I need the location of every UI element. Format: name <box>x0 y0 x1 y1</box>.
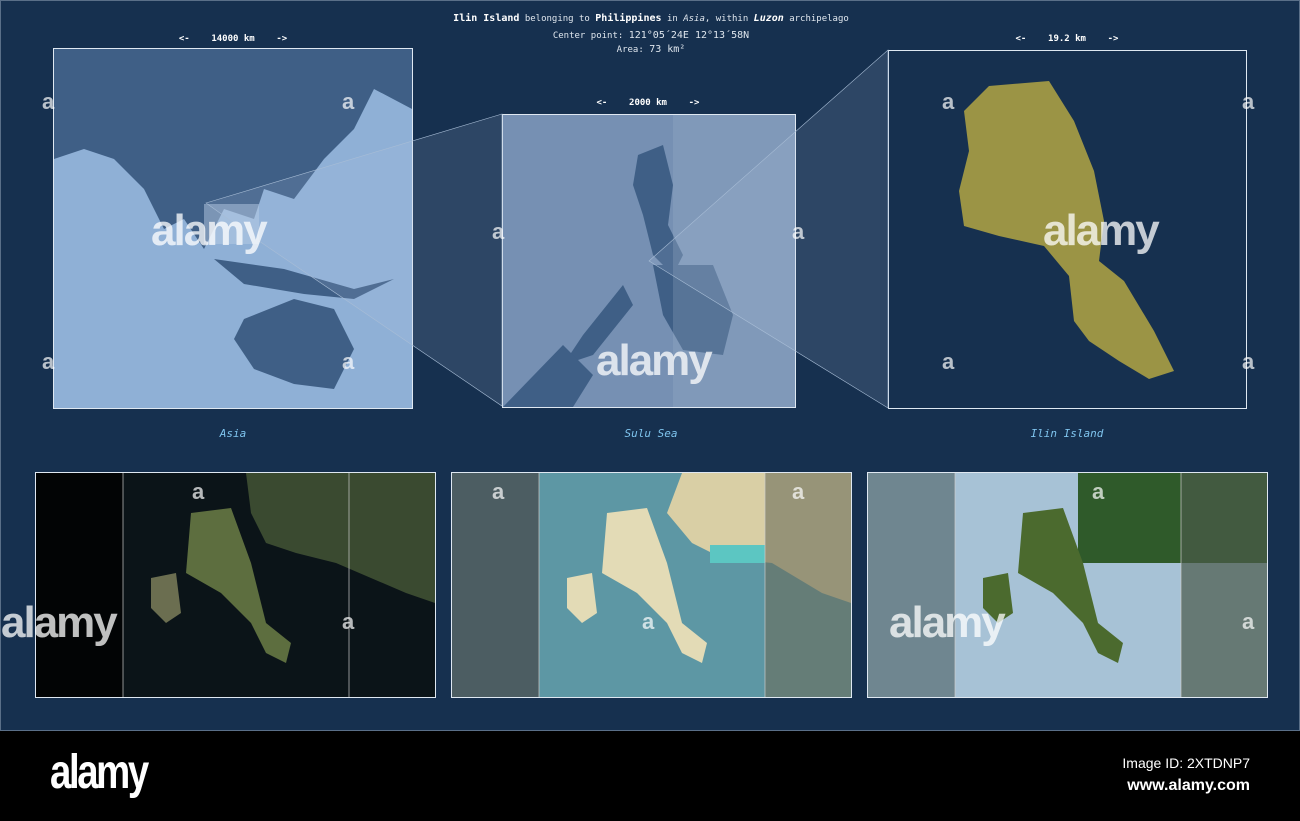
text: in <box>666 14 678 24</box>
watermark-small: a <box>1092 479 1105 504</box>
watermark: alamy <box>1 598 118 647</box>
watermark-small: a <box>642 609 655 634</box>
watermark-small: a <box>492 219 505 244</box>
watermark-small: a <box>942 349 955 374</box>
watermark-small: a <box>1242 609 1255 634</box>
watermark-small: a <box>342 609 355 634</box>
scale-sulu: <- 2000 km -> <box>596 98 700 108</box>
island-name: Ilin Island <box>453 13 520 24</box>
map-composition: Ilin Island belonging to Philippines in … <box>0 0 1300 731</box>
scale-asia: <- 14000 km -> <box>178 34 288 44</box>
label-ilin-island: Ilin Island <box>1030 427 1104 440</box>
watermark: alamy <box>1043 206 1160 255</box>
terrain-imagery <box>868 473 1267 697</box>
terrain-map[interactable] <box>867 472 1268 698</box>
alamy-logo[interactable]: alamy <box>50 745 149 800</box>
alamy-url[interactable]: www.alamy.com <box>1127 777 1250 795</box>
title-line: Ilin Island belonging to Philippines in … <box>1 13 1300 24</box>
watermark-small: a <box>42 89 55 114</box>
watermark-small: a <box>192 479 205 504</box>
watermark: alamy <box>151 206 268 255</box>
satellite-map[interactable] <box>35 472 436 698</box>
watermark-small: a <box>492 479 505 504</box>
label-asia: Asia <box>219 427 247 440</box>
watermark: alamy <box>596 336 713 385</box>
footer: alamy Image ID: 2XTDNP7 www.alamy.com <box>0 731 1300 821</box>
text: archipelago <box>789 14 849 24</box>
watermark-small: a <box>942 89 955 114</box>
watermark-small: a <box>342 89 355 114</box>
country-name: Philippines <box>595 13 662 24</box>
watermark-small: a <box>342 349 355 374</box>
watermark-small: a <box>792 219 805 244</box>
text: , within <box>704 14 749 24</box>
watermark-small: a <box>1242 349 1255 374</box>
scale-island: <- 19.2 km -> <box>1015 34 1119 44</box>
value: 73 km² <box>649 44 686 55</box>
text: belonging to <box>524 14 590 24</box>
image-id: Image ID: 2XTDNP7 <box>1122 755 1250 771</box>
satellite-imagery <box>36 473 435 697</box>
watermark-small: a <box>1242 89 1255 114</box>
watermark-small: a <box>792 479 805 504</box>
watermark-small: a <box>42 349 55 374</box>
archipelago-name: Luzon <box>753 13 784 24</box>
road-map[interactable] <box>451 472 852 698</box>
watermark: alamy <box>889 598 1006 647</box>
continent-name: Asia <box>683 14 705 24</box>
label: Center point: <box>552 31 624 41</box>
road-map-imagery <box>452 473 851 697</box>
label: Area: <box>616 45 644 55</box>
label-sulu-sea: Sulu Sea <box>624 427 678 440</box>
value: 121°05´24E 12°13´58N <box>628 30 750 41</box>
